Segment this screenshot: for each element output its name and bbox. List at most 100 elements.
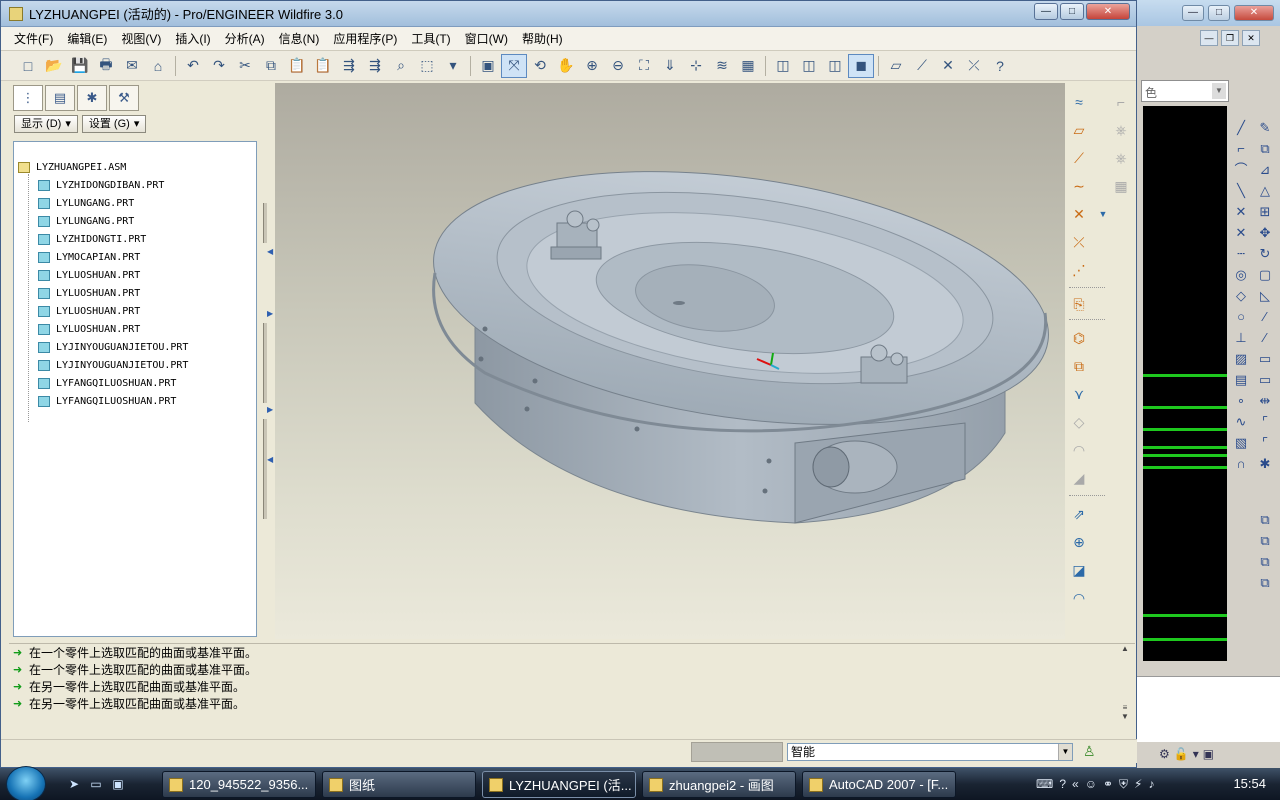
- hole-icon[interactable]: ⋎: [1067, 383, 1091, 405]
- graphics-window[interactable]: [275, 83, 1065, 639]
- start-button[interactable]: [6, 766, 46, 800]
- polygon-tool-icon[interactable]: ◇: [1231, 286, 1251, 305]
- datum-points-icon[interactable]: ✕: [935, 54, 961, 78]
- autocad-drawing-area[interactable]: [1143, 106, 1227, 661]
- pan-hand-icon[interactable]: ✋: [553, 54, 579, 78]
- chamfer-icon[interactable]: ◢: [1067, 467, 1091, 489]
- status-toggle-icon[interactable]: ▣: [1203, 747, 1214, 761]
- datum-planes-icon[interactable]: ▱: [883, 54, 909, 78]
- menu-file[interactable]: 文件(F): [7, 30, 60, 47]
- stretch-tool-icon[interactable]: ◺: [1255, 286, 1275, 305]
- hatch-tool-icon[interactable]: ▧: [1231, 433, 1251, 452]
- rotate-tool-icon[interactable]: ↻: [1255, 244, 1275, 263]
- scroll-up-icon[interactable]: ▲: [1119, 644, 1131, 653]
- paste-special-icon[interactable]: 📋: [310, 54, 336, 78]
- bg-doc-restore-button[interactable]: ❐: [1221, 30, 1239, 46]
- line-tool-icon[interactable]: ╱: [1231, 118, 1251, 137]
- save-icon[interactable]: 💾: [67, 54, 93, 78]
- tree-node[interactable]: LYMOCAPIAN.PRT: [14, 248, 256, 266]
- tree-node[interactable]: LYLUOSHUAN.PRT: [14, 266, 256, 284]
- point-tool-icon[interactable]: ∘: [1231, 391, 1251, 410]
- menu-analysis[interactable]: 分析(A): [218, 30, 272, 47]
- bg-minimize-button[interactable]: —: [1182, 5, 1204, 21]
- explode-tool-icon[interactable]: ✱: [1255, 454, 1275, 473]
- open-folder-icon[interactable]: 📂: [41, 54, 67, 78]
- redo-icon[interactable]: ↷: [206, 54, 232, 78]
- no-hidden-icon[interactable]: ◫: [822, 54, 848, 78]
- fillet-tool-icon[interactable]: ⌜: [1255, 433, 1275, 452]
- collapse-arrow-icon[interactable]: ◀: [267, 247, 273, 256]
- scroll-grip-icon[interactable]: ≡: [1119, 703, 1131, 712]
- zoom-out-icon[interactable]: ⊖: [605, 54, 631, 78]
- copy-icon[interactable]: ⧉: [258, 54, 284, 78]
- print-icon[interactable]: 🖶: [93, 54, 119, 78]
- help-icon[interactable]: ?: [1059, 777, 1066, 791]
- draworder-icon[interactable]: ⧉: [1255, 531, 1275, 550]
- folder-browser-tab-icon[interactable]: ▤: [45, 85, 75, 111]
- selection-filter-select[interactable]: 智能 ▼: [787, 743, 1073, 761]
- view-manager-icon[interactable]: ▦: [735, 54, 761, 78]
- expand-arrow-icon[interactable]: ▶: [267, 405, 273, 414]
- menu-edit[interactable]: 编辑(E): [60, 30, 114, 47]
- mirror-icon[interactable]: ⊕: [1067, 531, 1091, 553]
- person-icon[interactable]: ♙: [1083, 743, 1096, 760]
- tree-root-node[interactable]: LYZHUANGPEI.ASM: [14, 158, 256, 176]
- undo-icon[interactable]: ↶: [180, 54, 206, 78]
- favorites-tab-icon[interactable]: ✱: [77, 85, 107, 111]
- tree-node[interactable]: LYJINYOUGUANJIETOU.PRT: [14, 356, 256, 374]
- extend-tool-icon[interactable]: ⁄: [1255, 328, 1275, 347]
- splitter-grip[interactable]: [263, 203, 267, 243]
- menu-help[interactable]: 帮助(H): [515, 30, 570, 47]
- datum-axes-icon[interactable]: ⟋: [909, 54, 935, 78]
- magnet-icon[interactable]: ∩: [1231, 454, 1251, 473]
- paste-icon[interactable]: 📋: [284, 54, 310, 78]
- find-icon[interactable]: ⌕: [388, 54, 414, 78]
- pencil-icon[interactable]: ✎: [1255, 118, 1275, 137]
- taskbar-item[interactable]: 图纸: [322, 771, 476, 798]
- selection-box-icon[interactable]: ⬚: [414, 54, 440, 78]
- bg-close-button[interactable]: ✕: [1234, 5, 1274, 21]
- background-autocad-window[interactable]: — □ ✕ — ❐ ✕ 色 ▼ ╱ ⌐ ⌒ ╲ ✕ ✕ ┄ ◎ ◇ ○ ⊥ ▨ …: [1136, 0, 1280, 768]
- pattern-icon[interactable]: ⇗: [1067, 503, 1091, 525]
- network-icon[interactable]: ⚭: [1103, 777, 1113, 791]
- block-tool-icon[interactable]: ▤: [1231, 370, 1251, 389]
- layers-icon[interactable]: ≋: [709, 54, 735, 78]
- send-link-icon[interactable]: ⌂: [145, 54, 171, 78]
- chevron-down-icon[interactable]: ▾: [440, 54, 466, 78]
- menu-window[interactable]: 窗口(W): [458, 30, 515, 47]
- regenerate-manager-icon[interactable]: ⇶: [362, 54, 388, 78]
- chevron-down-icon[interactable]: ▼: [1058, 744, 1072, 760]
- chamfer-tool-icon[interactable]: ⌜: [1255, 412, 1275, 431]
- tree-node[interactable]: LYLUOSHUAN.PRT: [14, 302, 256, 320]
- sketch-curve-icon[interactable]: ≈: [1067, 91, 1091, 113]
- tree-node[interactable]: LYLUOSHUAN.PRT: [14, 284, 256, 302]
- add-component-icon[interactable]: ⎘: [1067, 293, 1091, 315]
- spin-center-icon[interactable]: ⤧: [501, 53, 527, 78]
- taskbar-item[interactable]: 120_945522_9356...: [162, 771, 316, 798]
- merge-icon[interactable]: ◪: [1067, 559, 1091, 581]
- model-tree[interactable]: LYZHUANGPEI.ASM LYZHIDONGDIBAN.PRT LYLUN…: [13, 141, 257, 637]
- refit-icon[interactable]: ⛶: [631, 54, 657, 78]
- qq-icon[interactable]: ☺: [1085, 777, 1097, 791]
- model-tree-tab-icon[interactable]: ⋮: [13, 85, 43, 111]
- settings-button[interactable]: 设置 (G) ▾: [81, 115, 147, 133]
- join-tool-icon[interactable]: ⇹: [1255, 391, 1275, 410]
- send-mail-icon[interactable]: ✉: [119, 54, 145, 78]
- shading-icon[interactable]: ◼: [848, 53, 874, 78]
- polyline-tool-icon[interactable]: ⌐: [1231, 139, 1251, 158]
- hose-connector-end[interactable]: [812, 446, 850, 488]
- assembly-model[interactable]: [275, 83, 1065, 639]
- desktop-icon[interactable]: ▭: [88, 776, 104, 792]
- circle-tool-icon[interactable]: ◎: [1231, 265, 1251, 284]
- menu-tools[interactable]: 工具(T): [404, 30, 457, 47]
- message-scrollbar[interactable]: ▲ ≡ ▼: [1119, 644, 1131, 736]
- scroll-down-icon[interactable]: ▼: [1119, 712, 1131, 721]
- taskbar-item[interactable]: zhuangpei2 - 画图: [642, 771, 796, 798]
- draworder-icon[interactable]: ⧉: [1255, 573, 1275, 592]
- orient-mode-icon[interactable]: ⟲: [527, 54, 553, 78]
- keyboard-icon[interactable]: ⌨: [1036, 777, 1053, 791]
- bg-doc-close-button[interactable]: ✕: [1242, 30, 1260, 46]
- tree-node[interactable]: LYFANGQILUOSHUAN.PRT: [14, 392, 256, 410]
- create-component-icon[interactable]: ⧉: [1067, 355, 1091, 377]
- bg-maximize-button[interactable]: □: [1208, 5, 1230, 21]
